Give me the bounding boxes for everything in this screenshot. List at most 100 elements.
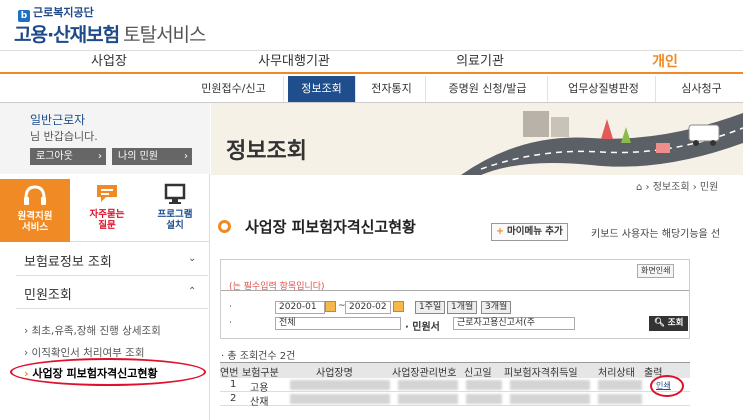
table-row[interactable]: 2 산재 <box>220 392 690 408</box>
gnb-medical[interactable]: 의료기관 <box>436 51 524 73</box>
print-screen-button[interactable]: 화면인쇄 <box>637 264 675 278</box>
results-table: 연번 보험구분 사업장명 사업장관리번호 신고일 피보험자격취득일 처리상태 출… <box>220 362 690 420</box>
range-1month-button[interactable]: 1개월 <box>447 301 478 314</box>
row-insurance-type: 산재 <box>250 397 269 408</box>
gnb-agency[interactable]: 사무대행기관 <box>238 51 350 73</box>
redacted-cell <box>466 380 502 390</box>
search-button[interactable]: 🔍︎ 조회 <box>649 316 689 331</box>
shortcut-label: 프로그램 <box>157 209 193 220</box>
range-1week-button[interactable]: 1주일 <box>415 301 446 314</box>
subnav-disease[interactable]: 업무상질병판정 <box>552 76 656 102</box>
plus-icon: + <box>496 226 504 237</box>
breadcrumb-item[interactable]: 민원 <box>700 182 718 193</box>
col-header: 피보험자격취득일 <box>504 368 578 379</box>
mymenu-label: 마이메뉴 추가 <box>506 226 563 237</box>
col-header: 처리상태 <box>598 368 635 379</box>
gnb-business[interactable]: 사업장 <box>62 51 156 73</box>
shortcut-bar: 원격지원 서비스 자주묻는 질문 프로그램 설치 <box>0 174 210 242</box>
redacted-cell <box>290 380 390 390</box>
chevron-up-icon[interactable]: ⌃ <box>188 286 196 297</box>
date-from-input[interactable]: 2020-01 <box>275 301 325 314</box>
redacted-cell <box>510 394 590 404</box>
redacted-cell <box>398 394 458 404</box>
logout-label: 로그아웃 <box>36 151 73 162</box>
logo-main-text: 고용·산재보험 <box>14 24 120 46</box>
monitor-icon <box>164 183 186 204</box>
gnb-personal[interactable]: 개인 <box>630 51 700 73</box>
user-greeting: 님 반갑습니다. <box>30 130 98 143</box>
service-logo[interactable]: 고용·산재보험 토탈서비스 <box>14 20 207 47</box>
chevron-right-icon: › <box>98 151 102 162</box>
submenu-label: 이직확인서 처리여부 조회 <box>31 347 145 359</box>
title-bullet-icon <box>218 220 231 233</box>
minwon-select[interactable]: 근로자고용신고서(주 <box>453 317 575 330</box>
user-name: 일반근로자 <box>30 113 86 127</box>
highlight-circle <box>650 375 684 397</box>
chevron-down-icon[interactable]: ⌄ <box>188 253 196 264</box>
home-icon[interactable]: ⌂ <box>636 182 642 193</box>
program-install-shortcut[interactable]: 프로그램 설치 <box>140 177 210 241</box>
shortcut-label: 질문 <box>98 220 116 231</box>
col-header: 신고일 <box>464 368 492 379</box>
row-number: 2 <box>230 393 237 404</box>
redacted-cell <box>598 380 642 390</box>
search-label: 조회 <box>667 318 684 328</box>
left-sidebar: 일반근로자 님 반갑습니다. 로그아웃 › 나의 민원 › 원격지원 서비스 자… <box>0 103 210 420</box>
headset-icon <box>24 185 46 205</box>
my-minwon-button[interactable]: 나의 민원 › <box>112 148 192 165</box>
redacted-cell <box>510 380 590 390</box>
subnav-e-notice[interactable]: 전자통지 <box>358 76 426 102</box>
page-banner: 정보조회 <box>211 103 743 175</box>
global-nav: 사업장 사무대행기관 의료기관 개인 <box>0 50 743 74</box>
search-icon: 🔍︎ <box>654 318 665 328</box>
search-form: 화면인쇄 (는 필수입력 항목입니다) · 2020-01 ~ 2020-02 … <box>220 259 690 339</box>
total-count-text: 총 조회건수 2건 <box>227 351 296 362</box>
subnav-appeal[interactable]: 심사청구 <box>660 76 743 102</box>
add-mymenu-button[interactable]: + 마이메뉴 추가 <box>491 223 568 241</box>
page-title-text: 사업장 피보험자격신고현황 <box>245 218 416 236</box>
chat-bubble-icon <box>97 185 117 202</box>
submenu-label: 최초,유족,장해 진행 상세조회 <box>31 325 161 337</box>
faq-shortcut[interactable]: 자주묻는 질문 <box>72 177 142 241</box>
date-to-input[interactable]: 2020-02 <box>345 301 391 314</box>
form-divider <box>221 290 689 291</box>
menu-divider <box>16 308 208 309</box>
shortcut-label: 서비스 <box>21 222 49 233</box>
user-box: 일반근로자 님 반갑습니다. 로그아웃 › 나의 민원 › <box>0 103 210 174</box>
subnav-info-inquiry[interactable]: 정보조회 <box>288 76 356 102</box>
minwon-label-text: 민원서 <box>412 322 440 333</box>
logo-sub-text: 토탈서비스 <box>123 24 206 46</box>
redacted-cell <box>398 380 458 390</box>
my-minwon-label: 나의 민원 <box>118 151 158 162</box>
range-3month-button[interactable]: 3개월 <box>481 301 512 314</box>
table-header: 연번 보험구분 사업장명 사업장관리번호 신고일 피보험자격취득일 처리상태 출… <box>220 362 690 379</box>
remote-support-shortcut[interactable]: 원격지원 서비스 <box>0 179 70 242</box>
shortcut-label: 설치 <box>166 220 184 231</box>
insurance-type-select[interactable]: 전체 <box>275 317 401 330</box>
redacted-cell <box>466 394 502 404</box>
menu-insurance-info[interactable]: 보험료정보 조회 <box>24 251 112 270</box>
menu-minwon[interactable]: 민원조회 <box>24 284 72 303</box>
col-header: 사업장관리번호 <box>392 368 457 379</box>
row-number: 1 <box>230 379 237 390</box>
menu-divider <box>16 275 208 276</box>
total-count: · 총 조회건수 2건 <box>221 351 296 362</box>
submenu-first-claim[interactable]: › 최초,유족,장해 진행 상세조회 <box>24 323 161 338</box>
calendar-icon[interactable] <box>325 301 336 312</box>
type-label: · <box>229 318 232 328</box>
highlight-circle <box>10 358 206 386</box>
road-illustration-icon <box>461 111 743 175</box>
col-header: 보험구분 <box>242 368 279 379</box>
table-row[interactable]: 1 고용 인쇄 <box>220 378 690 394</box>
subnav-certificate[interactable]: 증명원 신청/발급 <box>428 76 548 102</box>
shortcut-label: 자주묻는 <box>89 209 125 220</box>
shortcut-label: 원격지원 <box>17 211 53 222</box>
org-name: 근로복지공단 <box>33 6 94 19</box>
calendar-icon[interactable] <box>393 301 404 312</box>
keyboard-note: 키보드 사용자는 해당기능을 선 <box>591 229 721 240</box>
logout-button[interactable]: 로그아웃 › <box>30 148 106 165</box>
redacted-cell <box>290 394 390 404</box>
col-header: 사업장명 <box>316 368 353 379</box>
breadcrumb-item[interactable]: 정보조회 <box>653 182 690 193</box>
subnav-application[interactable]: 민원접수/신고 <box>184 76 284 102</box>
